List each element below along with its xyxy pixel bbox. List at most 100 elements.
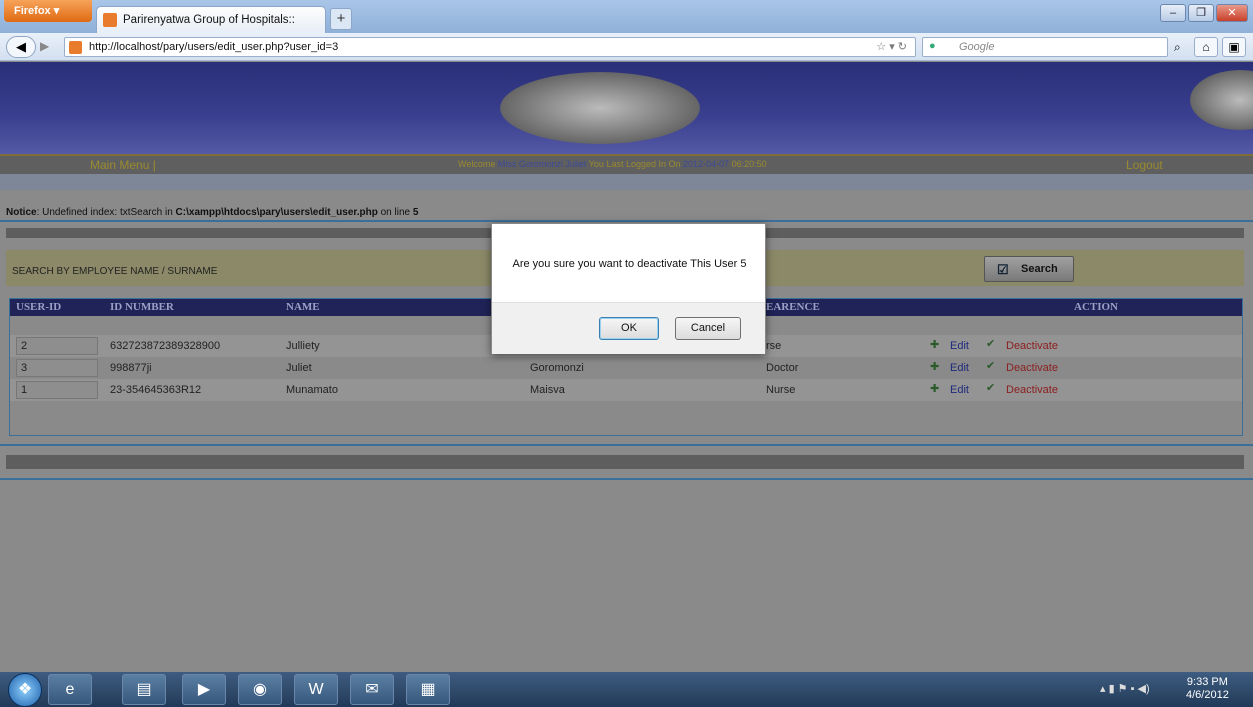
navigation-bar: ◀ ▶ http://localhost/pary/users/edit_use… <box>0 33 1253 61</box>
dialog-message: Are you sure you want to deactivate This… <box>512 258 747 270</box>
taskbar-explorer[interactable]: ▤ <box>122 674 166 705</box>
start-button[interactable]: ❖ <box>8 673 42 707</box>
welcome-text: Welcome Miss Goromonzi Juliet You Last L… <box>458 159 767 169</box>
header-clearance: EARENCE <box>766 301 820 313</box>
bookmark-star-icon[interactable]: ☆ ▾ ↻ <box>876 40 907 53</box>
url-text: http://localhost/pary/users/edit_user.ph… <box>89 41 339 53</box>
notice-label: Notice <box>6 207 37 218</box>
separator-strip <box>0 174 1253 190</box>
maximize-button[interactable]: ❐ <box>1188 4 1214 22</box>
clock[interactable]: 9:33 PM 4/6/2012 <box>1186 676 1229 702</box>
edit-icon[interactable]: ✚ <box>930 382 942 395</box>
edit-link[interactable]: Edit <box>950 362 969 374</box>
taskbar-calculator[interactable]: ▦ <box>406 674 450 705</box>
last-login-label: You Last Logged In On <box>588 159 681 169</box>
id-number: 998877ji <box>110 362 152 374</box>
user-id-field[interactable]: 2 <box>16 337 98 355</box>
clearance: rse <box>766 340 782 352</box>
notice-text: : Undefined index: txtSearch in <box>36 207 176 218</box>
edit-link[interactable]: Edit <box>950 384 969 396</box>
tray-icons: ▴ ▮ ⚑ ▪ ◀) <box>1100 683 1150 695</box>
id-number: 23-354645363R12 <box>110 384 202 396</box>
browser-tab[interactable]: Parirenyatwa Group of Hospitals:: <box>96 6 326 33</box>
table-row: 1 23-354645363R12 Munamato Maisva Nurse … <box>10 379 1242 401</box>
back-button[interactable]: ◀ <box>6 36 36 58</box>
grey-bar <box>6 455 1244 469</box>
clearance: Doctor <box>766 362 799 374</box>
taskbar-ie[interactable]: e <box>48 674 92 705</box>
search-button[interactable]: ☑ Search <box>984 256 1074 282</box>
cancel-button[interactable]: Cancel <box>675 317 741 340</box>
header-name: NAME <box>286 301 320 313</box>
firefox-icon: ◉ <box>253 681 267 698</box>
deactivate-link[interactable]: Deactivate <box>1006 362 1058 374</box>
search-placeholder: Google <box>959 41 995 53</box>
header-action: ACTION <box>1074 301 1119 313</box>
taskbar-talk[interactable]: ✉ <box>350 674 394 705</box>
deactivate-link[interactable]: Deactivate <box>1006 384 1058 396</box>
edit-link[interactable]: Edit <box>950 340 969 352</box>
windows-taskbar: ❖ e ▤ ▶ ◉ W ✉ ▦ ▴ ▮ ⚑ ▪ ◀) 9:33 PM 4/6/2… <box>0 672 1253 707</box>
welcome-prefix: Welcome <box>458 159 496 169</box>
surname: Goromonzi <box>530 362 584 374</box>
close-button[interactable]: ✕ <box>1216 4 1248 22</box>
internet-explorer-icon: e <box>65 681 75 698</box>
bookmarks-button[interactable]: ▣ <box>1222 37 1246 57</box>
notice-path: C:\xampp\htdocs\pary\users\edit_user.php <box>175 207 378 218</box>
menu-bar: Main Menu | Welcome Miss Goromonzi Julie… <box>0 154 1253 174</box>
firefox-menu-button[interactable]: Firefox ▾ <box>4 0 92 22</box>
deactivate-icon[interactable]: ✔ <box>986 359 998 372</box>
page-content: Main Menu | Welcome Miss Goromonzi Julie… <box>0 62 1253 672</box>
logout-link[interactable]: Logout <box>1126 158 1163 172</box>
deactivate-link[interactable]: Deactivate <box>1006 340 1058 352</box>
taskbar-word[interactable]: W <box>294 674 338 705</box>
id-number: 632723872389328900 <box>110 340 221 352</box>
new-tab-button[interactable]: + <box>330 8 352 30</box>
url-bar[interactable]: http://localhost/pary/users/edit_user.ph… <box>64 37 916 57</box>
calculator-icon: ▦ <box>420 681 436 698</box>
deactivate-icon[interactable]: ✔ <box>986 381 998 394</box>
deactivate-icon[interactable]: ✔ <box>986 337 998 350</box>
surname: Maisva <box>530 384 565 396</box>
user-name: Miss Goromonzi Juliet <box>497 159 587 169</box>
header-user-id: USER-ID <box>16 301 62 313</box>
taskbar-media[interactable]: ▶ <box>182 674 226 705</box>
search-label: SEARCH BY EMPLOYEE NAME / SURNAME <box>12 266 218 277</box>
media-player-icon: ▶ <box>197 681 211 698</box>
table-row: 3 998877ji Juliet Goromonzi Doctor ✚ Edi… <box>10 357 1242 379</box>
minimize-button[interactable]: – <box>1160 4 1186 22</box>
clearance: Nurse <box>766 384 796 396</box>
divider <box>0 444 1253 446</box>
forward-arrow-icon[interactable]: ▶ <box>40 39 49 53</box>
clock-date: 4/6/2012 <box>1186 689 1229 701</box>
site-favicon-icon <box>103 13 117 27</box>
edit-icon[interactable]: ✚ <box>930 338 942 351</box>
header-id-number: ID NUMBER <box>110 301 174 313</box>
main-menu-link[interactable]: Main Menu | <box>90 158 156 172</box>
banner-image <box>500 72 700 144</box>
banner-image <box>1190 70 1253 130</box>
confirm-dialog: Are you sure you want to deactivate This… <box>491 223 766 354</box>
bookmarks-icon: ▣ <box>1228 40 1240 54</box>
home-button[interactable]: ⌂ <box>1194 37 1218 57</box>
magnifier-icon[interactable]: ⌕ <box>1174 40 1181 55</box>
notice-line: 5 <box>412 207 419 218</box>
home-icon: ⌂ <box>1202 40 1210 54</box>
google-logo-icon: ● <box>929 40 936 52</box>
browser-titlebar: Firefox ▾ Parirenyatwa Group of Hospital… <box>0 0 1253 33</box>
taskbar-firefox[interactable]: ◉ <box>238 674 282 705</box>
checkmark-edit-icon: ☑ <box>997 262 1009 277</box>
notice-line-text: on line <box>377 207 413 218</box>
word-icon: W <box>308 681 324 698</box>
back-arrow-icon: ◀ <box>16 39 26 54</box>
user-id-field[interactable]: 1 <box>16 381 98 399</box>
search-button-label: Search <box>1021 263 1058 275</box>
php-notice: Notice: Undefined index: txtSearch in C:… <box>6 207 418 218</box>
system-tray[interactable]: ▴ ▮ ⚑ ▪ ◀) <box>1100 682 1150 695</box>
ok-button[interactable]: OK <box>599 317 659 340</box>
user-id-field[interactable]: 3 <box>16 359 98 377</box>
last-login-time: 06:20:50 <box>731 159 767 169</box>
google-talk-icon: ✉ <box>365 681 379 698</box>
edit-icon[interactable]: ✚ <box>930 360 942 373</box>
search-box[interactable]: ● Google <box>922 37 1168 57</box>
